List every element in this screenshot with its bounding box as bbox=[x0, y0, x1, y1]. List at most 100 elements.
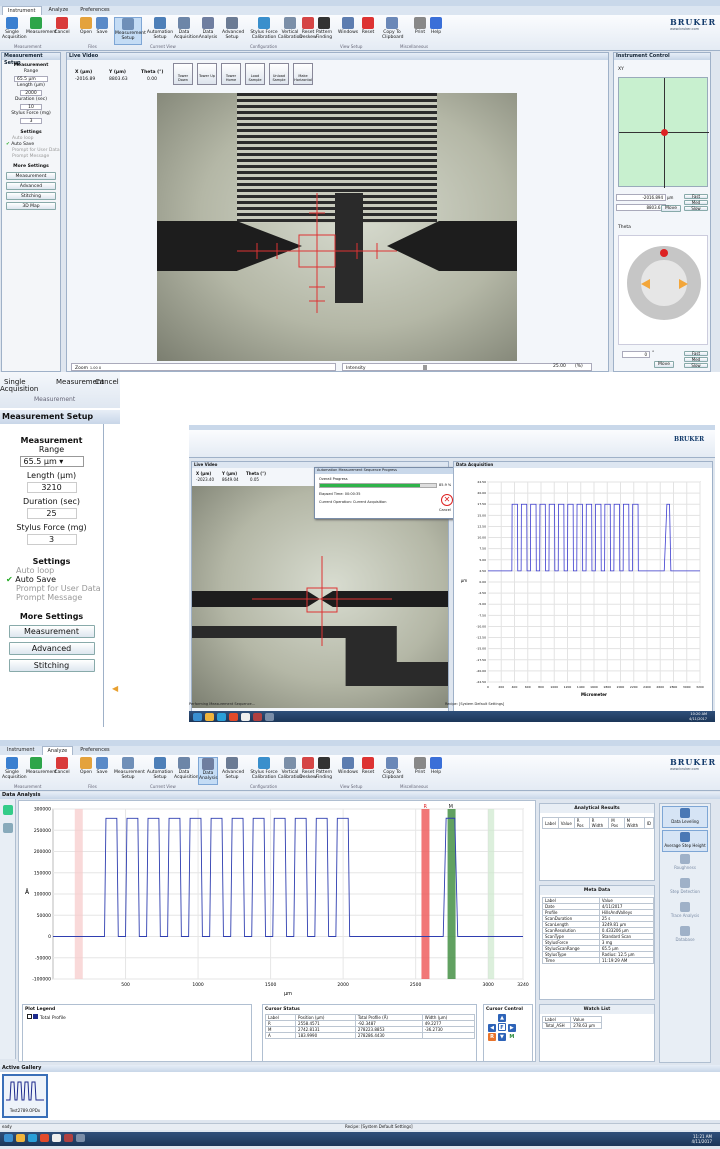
make-horizontal-button[interactable]: Make Horizontal bbox=[293, 63, 313, 85]
tab-analyze[interactable]: Analyze bbox=[41, 746, 74, 755]
expand-arrow-icon[interactable]: ◀ bbox=[112, 684, 118, 693]
data-analysis-button[interactable]: Data Analysis bbox=[198, 17, 218, 45]
vision64-icon[interactable] bbox=[76, 1134, 85, 1142]
measurement-setup-button[interactable]: Measurement Setup bbox=[114, 757, 145, 785]
tool-step-detection[interactable]: Step Detection bbox=[662, 878, 708, 900]
measurement-button[interactable]: Measurement bbox=[26, 757, 57, 785]
app-icon[interactable] bbox=[253, 713, 262, 721]
help-button[interactable]: Help bbox=[426, 757, 446, 785]
zoom-measurement-button[interactable]: Measurement bbox=[8, 625, 95, 638]
save-button[interactable]: Save bbox=[92, 17, 112, 45]
x-position-input[interactable]: -2016.894 bbox=[616, 194, 666, 201]
measurement-settings-button[interactable]: Measurement bbox=[6, 172, 56, 180]
single-acquisition-button[interactable]: Single Acquisition bbox=[2, 757, 27, 785]
unload-sample-button[interactable]: Unload Sample bbox=[269, 63, 289, 85]
move-button[interactable]: Move bbox=[661, 205, 681, 212]
vision64-icon[interactable] bbox=[265, 713, 274, 721]
zoom-advanced-button[interactable]: Advanced bbox=[8, 642, 95, 655]
tab-instrument[interactable]: Instrument bbox=[2, 6, 42, 15]
theta-indicator[interactable] bbox=[660, 249, 668, 257]
tool-trace-analysis[interactable]: Trace Analysis bbox=[662, 902, 708, 924]
zoom-duration-input[interactable]: 25 bbox=[26, 508, 77, 519]
advanced-settings-button[interactable]: Advanced bbox=[6, 182, 56, 190]
reset-button[interactable]: Reset bbox=[358, 757, 378, 785]
profile-tool-icon[interactable] bbox=[3, 805, 13, 815]
speed-slow[interactable]: Slow bbox=[684, 206, 708, 211]
rotate-right-icon[interactable] bbox=[679, 279, 688, 289]
zoom-slider[interactable]: Zoom 1.00 X bbox=[71, 363, 336, 371]
gallery-thumbnail[interactable]: Test2789.OPDx bbox=[2, 1074, 48, 1118]
stylus-force-calibration-button[interactable]: Stylus Force Calibration bbox=[250, 757, 278, 785]
theta-move-button[interactable]: Move bbox=[654, 361, 674, 368]
firefox-icon[interactable] bbox=[229, 713, 238, 721]
histogram-tool-icon[interactable] bbox=[3, 823, 13, 833]
zoom-auto-loop[interactable]: Auto loop bbox=[0, 566, 103, 575]
tool-roughness[interactable]: Roughness bbox=[662, 854, 708, 876]
speed-med[interactable]: Med bbox=[684, 200, 708, 205]
force-input[interactable]: 3 bbox=[20, 118, 42, 124]
measurement-setup-button[interactable]: Measurement Setup bbox=[114, 17, 146, 45]
tab-preferences[interactable]: Preferences bbox=[75, 746, 114, 755]
firefox-icon[interactable] bbox=[40, 1134, 49, 1142]
data-acquisition-button[interactable]: Data Acquisition bbox=[174, 17, 199, 45]
theta-speed-med[interactable]: Med bbox=[684, 357, 708, 362]
speed-fast[interactable]: Fast bbox=[684, 194, 708, 199]
cancel-button[interactable]: Cancel bbox=[52, 17, 72, 45]
zoom-range-select[interactable]: 65.5 µm ▾ bbox=[19, 456, 84, 467]
load-sample-button[interactable]: Load Sample bbox=[245, 63, 265, 85]
tab-instrument[interactable]: Instrument bbox=[2, 746, 40, 755]
intensity-thumb[interactable] bbox=[423, 365, 427, 370]
tower-down-button[interactable]: Tower Down bbox=[173, 63, 193, 85]
cursor-m-band[interactable] bbox=[447, 809, 456, 979]
tower-home-button[interactable]: Tower Home bbox=[221, 63, 241, 85]
reset-button[interactable]: Reset bbox=[358, 17, 378, 45]
range-select[interactable]: 65.5 µm bbox=[14, 76, 48, 82]
cursor-right-icon[interactable]: ▶ bbox=[507, 1024, 516, 1032]
automation-setup-button[interactable]: Automation Setup bbox=[146, 17, 174, 45]
cancel-button[interactable]: Cancel bbox=[52, 757, 72, 785]
cursor-down-icon[interactable]: ▼ bbox=[497, 1033, 506, 1041]
theta-speed-slow[interactable]: Slow bbox=[684, 363, 708, 368]
xy-position-dot[interactable] bbox=[661, 129, 668, 136]
legend-checkbox[interactable] bbox=[27, 1014, 32, 1019]
advanced-setup-button[interactable]: Advanced Setup bbox=[222, 757, 244, 785]
single-acquisition-button[interactable]: Single Acquisition bbox=[2, 17, 27, 45]
cursor-left-icon[interactable]: ◀ bbox=[488, 1024, 496, 1032]
legend-item[interactable]: Total Profile bbox=[23, 1014, 251, 1021]
cursor-r-button[interactable]: R bbox=[488, 1033, 496, 1041]
explorer-icon[interactable] bbox=[16, 1134, 25, 1142]
app-icon[interactable] bbox=[64, 1134, 73, 1142]
intensity-slider[interactable]: Intensity 25.00 (%) bbox=[342, 363, 592, 371]
xy-joystick[interactable] bbox=[618, 77, 709, 188]
zoom-auto-save[interactable]: ✔ Auto Save bbox=[0, 575, 103, 584]
stylus-force-calibration-button[interactable]: Stylus Force Calibration bbox=[250, 17, 278, 45]
windows-button[interactable]: Windows bbox=[338, 17, 358, 45]
zoom-force-input[interactable]: 3 bbox=[26, 534, 77, 545]
media-icon[interactable] bbox=[241, 713, 250, 721]
zoom-prompt-user[interactable]: Prompt for User Data bbox=[0, 584, 103, 593]
measurement-button[interactable]: Measurement bbox=[26, 17, 57, 45]
ie-icon[interactable] bbox=[28, 1134, 37, 1142]
copy-to-clipboard-button[interactable]: Copy To Clipboard bbox=[382, 757, 404, 785]
explorer-icon[interactable] bbox=[205, 713, 214, 721]
tool-database[interactable]: Database bbox=[662, 926, 708, 948]
cursor-up-icon[interactable]: ▲ bbox=[498, 1014, 506, 1022]
copy-to-clipboard-button[interactable]: Copy To Clipboard bbox=[382, 17, 404, 45]
media-icon[interactable] bbox=[52, 1134, 61, 1142]
y-position-input[interactable]: 8803.63 bbox=[616, 204, 666, 211]
prompt-message-option[interactable]: Prompt Message bbox=[2, 154, 60, 160]
tool-average-step-height[interactable]: Average Step Height bbox=[662, 830, 708, 852]
advanced-setup-button[interactable]: Advanced Setup bbox=[222, 17, 244, 45]
tab-analyze[interactable]: Analyze bbox=[44, 6, 74, 15]
tool-data-leveling[interactable]: Data Leveling bbox=[662, 806, 708, 828]
ie-icon[interactable] bbox=[217, 713, 226, 721]
data-analysis-button[interactable]: Data Analysis bbox=[198, 757, 218, 785]
windows-button[interactable]: Windows bbox=[338, 757, 358, 785]
cancel-icon[interactable]: ✕ bbox=[441, 494, 453, 506]
theta-input[interactable]: 0 bbox=[622, 351, 650, 358]
theta-speed-fast[interactable]: Fast bbox=[684, 351, 708, 356]
cursor-r-band[interactable] bbox=[421, 809, 430, 979]
rotate-left-icon[interactable] bbox=[641, 279, 650, 289]
3d-map-settings-button[interactable]: 3D Map bbox=[6, 202, 56, 210]
tower-up-button[interactable]: Tower Up bbox=[197, 63, 217, 85]
